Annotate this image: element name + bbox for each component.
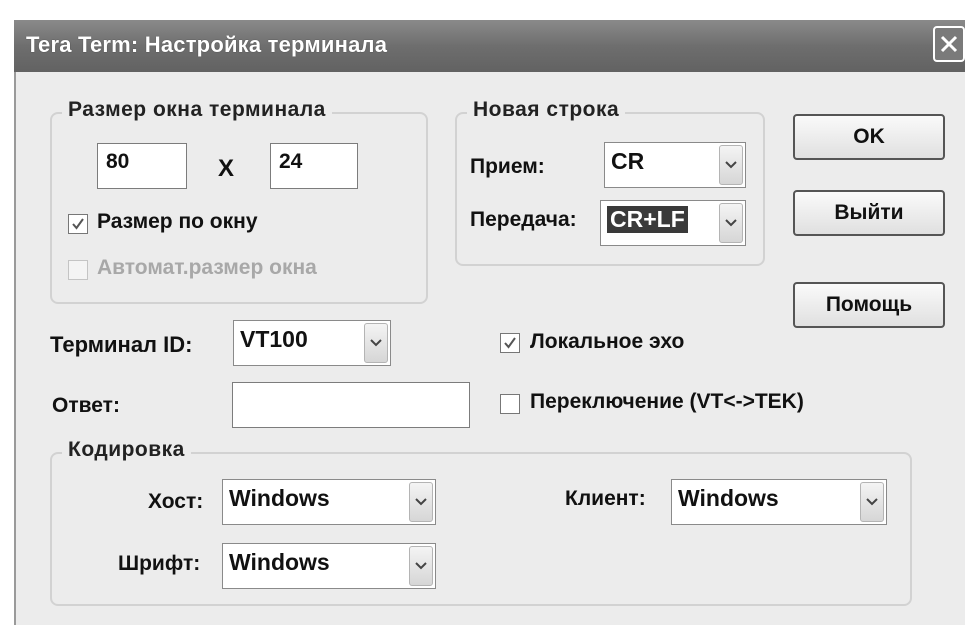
fit-window-label: Размер по окну (97, 210, 258, 233)
auto-switch-checkbox[interactable] (500, 394, 520, 414)
client-label: Клиент: (565, 487, 646, 510)
font-label: Шрифт: (118, 552, 201, 575)
font-select[interactable]: Windows (222, 543, 436, 589)
answerback-input[interactable] (232, 382, 470, 428)
chevron-down-icon (866, 498, 878, 506)
transmit-select[interactable]: CR+LF (600, 200, 746, 246)
host-dropdown-button[interactable] (409, 482, 433, 522)
help-button[interactable]: Помощь (793, 282, 945, 328)
encoding-group (50, 452, 912, 606)
checkmark-icon (72, 218, 84, 230)
columns-input[interactable]: 80 (97, 143, 187, 189)
host-select[interactable]: Windows (222, 479, 436, 525)
client-select[interactable]: Windows (671, 479, 887, 525)
close-icon (940, 35, 958, 53)
receive-select[interactable]: CR (604, 142, 746, 188)
terminal-size-legend: Размер окна терминала (62, 98, 332, 122)
transmit-dropdown-button[interactable] (719, 203, 743, 243)
font-value: Windows (229, 549, 330, 575)
terminal-id-value: VT100 (240, 326, 308, 352)
size-separator: X (218, 155, 235, 182)
chevron-down-icon (415, 562, 427, 570)
local-echo-label: Локальное эхо (530, 330, 685, 353)
terminal-id-label: Терминал ID: (50, 332, 193, 357)
checkmark-icon (504, 337, 516, 349)
transmit-label: Передача: (470, 208, 577, 231)
chevron-down-icon (415, 498, 427, 506)
auto-switch-label: Переключение (VT<->TEK) (530, 390, 804, 413)
cancel-button[interactable]: Выйти (793, 190, 945, 236)
encoding-legend: Кодировка (62, 438, 191, 462)
newline-legend: Новая строка (467, 98, 626, 122)
auto-size-label: Автомат.размер окна (97, 256, 317, 279)
transmit-value: CR+LF (607, 206, 688, 233)
window-title: Tera Term: Настройка терминала (26, 32, 388, 57)
chevron-down-icon (725, 161, 737, 169)
terminal-id-select[interactable]: VT100 (233, 320, 391, 366)
receive-dropdown-button[interactable] (719, 145, 743, 185)
fit-window-checkbox[interactable] (68, 214, 88, 234)
client-dropdown-button[interactable] (860, 482, 884, 522)
host-label: Хост: (148, 490, 204, 513)
chevron-down-icon (725, 219, 737, 227)
terminal-id-dropdown-button[interactable] (364, 323, 388, 363)
rows-input[interactable]: 24 (270, 143, 358, 189)
answerback-label: Ответ: (52, 394, 120, 417)
client-value: Windows (678, 485, 779, 511)
auto-size-checkbox[interactable] (68, 260, 88, 280)
chevron-down-icon (370, 339, 382, 347)
host-value: Windows (229, 485, 330, 511)
receive-label: Прием: (470, 155, 545, 178)
title-bar[interactable]: Tera Term: Настройка терминала (14, 20, 965, 72)
font-dropdown-button[interactable] (409, 546, 433, 586)
close-button[interactable] (933, 26, 965, 62)
receive-value: CR (611, 148, 645, 174)
local-echo-checkbox[interactable] (500, 333, 520, 353)
ok-button[interactable]: OK (793, 114, 945, 160)
